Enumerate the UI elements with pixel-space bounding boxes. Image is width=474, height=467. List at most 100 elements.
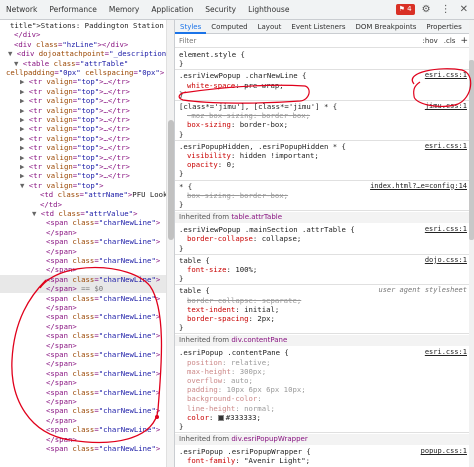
property-value[interactable]: relative;: [231, 358, 271, 367]
property-value[interactable]: collapse;: [262, 234, 302, 243]
property-name[interactable]: opacity: [187, 160, 218, 169]
dom-node[interactable]: <span class="charNewLine">: [0, 218, 160, 227]
tab-performance[interactable]: Performance: [43, 0, 103, 20]
inherited-element-link[interactable]: div.esriPopupWrapper: [231, 435, 307, 443]
subtab-properties[interactable]: Properties: [421, 20, 466, 34]
dom-node[interactable]: <span class="charNewLine">: [0, 350, 160, 359]
error-count-badge[interactable]: ⚑ 4: [395, 4, 415, 15]
dom-node[interactable]: ▶ <tr valign="top">…</tr>: [0, 87, 130, 96]
subtab-event-listeners[interactable]: Event Listeners: [286, 20, 350, 34]
expand-triangle-icon[interactable]: ▼: [20, 181, 29, 190]
property-value[interactable]: initial;: [244, 305, 279, 314]
more-menu-icon[interactable]: ⋮: [438, 0, 454, 20]
dom-node[interactable]: <span class="charNewLine">: [0, 388, 160, 397]
property-value[interactable]: 100%;: [235, 265, 257, 274]
dom-node[interactable]: ▶ <tr valign="top">…</tr>: [0, 134, 130, 143]
property-value[interactable]: hidden !important;: [240, 151, 319, 160]
property-name[interactable]: white-space: [187, 81, 235, 90]
dom-node[interactable]: <span class="charNewLine">: [0, 256, 160, 265]
hov-toggle[interactable]: :hov: [420, 37, 441, 45]
property-name[interactable]: line-height: [187, 404, 235, 413]
dom-node[interactable]: <span class="charNewLine">: [0, 312, 160, 321]
property-name[interactable]: font-size: [187, 265, 227, 274]
styles-filter-input[interactable]: Filter: [179, 37, 420, 45]
rule-selector[interactable]: .esriViewPopup .mainSection .attrTable {: [179, 225, 355, 234]
property-name[interactable]: visibility: [187, 151, 231, 160]
dom-node[interactable]: ▼ <div dojoattachpoint="_description">: [0, 49, 166, 58]
dom-node[interactable]: ▶ <tr valign="top">…</tr>: [0, 106, 130, 115]
expand-triangle-icon[interactable]: ▶: [20, 106, 29, 115]
tab-network[interactable]: Network: [0, 0, 43, 20]
property-value[interactable]: separate;: [262, 296, 302, 305]
rule-source-link[interactable]: esri.css:1: [425, 71, 467, 80]
tab-application[interactable]: Application: [145, 0, 199, 20]
property-value[interactable]: normal;: [244, 404, 275, 413]
dom-node[interactable]: ▶ <tr valign="top">…</tr>: [0, 77, 130, 86]
cls-toggle[interactable]: .cls: [441, 37, 459, 45]
rule-selector[interactable]: .esriViewPopup .charNewLine {: [179, 71, 306, 80]
dom-node[interactable]: <span class="charNewLine">: [0, 444, 160, 453]
dom-node[interactable]: ▶ <tr valign="top">…</tr>: [0, 143, 130, 152]
inherited-element-link[interactable]: table.attrTable: [231, 213, 282, 221]
expand-triangle-icon[interactable]: ▼: [32, 209, 41, 218]
tab-lighthouse[interactable]: Lighthouse: [242, 0, 295, 20]
dom-node[interactable]: </span>: [0, 378, 77, 387]
property-name[interactable]: box-sizing: [187, 120, 231, 129]
dom-node[interactable]: ▶ <tr valign="top">…</tr>: [0, 124, 130, 133]
expand-triangle-icon[interactable]: ▶: [20, 87, 29, 96]
property-value[interactable]: 0;: [227, 160, 236, 169]
dom-node[interactable]: ▶ <tr valign="top">…</tr>: [0, 162, 130, 171]
dom-node[interactable]: ▼ <td class="attrValue">: [0, 209, 137, 218]
rule-selector[interactable]: table {: [179, 286, 210, 295]
dom-node[interactable]: <span class="charNewLine">: [0, 406, 160, 415]
dom-node[interactable]: </span>: [0, 228, 77, 237]
expand-triangle-icon[interactable]: ▶: [20, 171, 29, 180]
dom-node[interactable]: </span>: [0, 435, 77, 444]
rule-source-link[interactable]: index.html?…e=config:14: [370, 182, 467, 191]
rule-source-link[interactable]: esri.css:1: [425, 225, 467, 234]
subtab-computed[interactable]: Computed: [206, 20, 252, 34]
dom-node[interactable]: <span class="charNewLine">: [0, 369, 160, 378]
expand-triangle-icon[interactable]: ▼: [8, 49, 17, 58]
rule-source-link[interactable]: esri.css:1: [425, 142, 467, 151]
subtab-dom-breakpoints[interactable]: DOM Breakpoints: [351, 20, 422, 34]
property-value[interactable]: "Avenir Light";: [244, 456, 310, 465]
expand-triangle-icon[interactable]: ▶: [20, 134, 29, 143]
property-name[interactable]: box-sizing: [187, 191, 231, 200]
tab-security[interactable]: Security: [199, 0, 242, 20]
dom-node[interactable]: <span class="charNewLine">: [0, 425, 160, 434]
rule-selector[interactable]: table {: [179, 256, 210, 265]
elements-tree[interactable]: title">Stations: Paddington Station </div…: [0, 20, 166, 467]
gear-icon[interactable]: ⚙: [419, 0, 434, 20]
property-value[interactable]: pre-wrap;: [244, 81, 284, 90]
dom-node[interactable]: </span>: [0, 247, 77, 256]
expand-triangle-icon[interactable]: ▶: [20, 96, 29, 105]
close-icon[interactable]: ✕: [458, 0, 470, 20]
rule-source-link[interactable]: jimu.css:1: [425, 102, 467, 111]
property-name[interactable]: -moz-box-sizing: [187, 111, 253, 120]
element-style-selector[interactable]: element.style {: [179, 50, 245, 59]
dom-node[interactable]: </div>: [0, 30, 40, 39]
expand-triangle-icon[interactable]: ▶: [20, 77, 29, 86]
property-value[interactable]: #333333;: [226, 413, 261, 422]
subtab-layout[interactable]: Layout: [253, 20, 287, 34]
dom-node[interactable]: </span>: [0, 303, 77, 312]
expand-triangle-icon[interactable]: ▶: [20, 124, 29, 133]
property-name[interactable]: overflow: [187, 376, 222, 385]
dom-node[interactable]: </span>: [0, 265, 77, 274]
rule-selector[interactable]: .esriPopup .contentPane {: [179, 348, 289, 357]
property-value[interactable]: border-box;: [240, 191, 288, 200]
property-name[interactable]: max-height: [187, 367, 231, 376]
property-name[interactable]: border-collapse: [187, 296, 253, 305]
dom-node[interactable]: <td class="attrName">PFU Lookup: [0, 190, 166, 199]
dom-node[interactable]: cellpadding="0px" cellspacing="0px">: [0, 68, 164, 77]
property-name[interactable]: background-color: [187, 394, 257, 403]
rule-selector[interactable]: [class*='jimu'], [class*='jimu'] * {: [179, 102, 337, 111]
property-name[interactable]: font-family: [187, 456, 235, 465]
expand-triangle-icon[interactable]: ▶: [20, 115, 29, 124]
property-value[interactable]: auto;: [231, 376, 253, 385]
dom-node[interactable]: <span class="charNewLine">: [0, 237, 160, 246]
expand-triangle-icon[interactable]: ▼: [14, 59, 23, 68]
dom-node[interactable]: </span>: [0, 416, 77, 425]
property-name[interactable]: border-collapse: [187, 234, 253, 243]
